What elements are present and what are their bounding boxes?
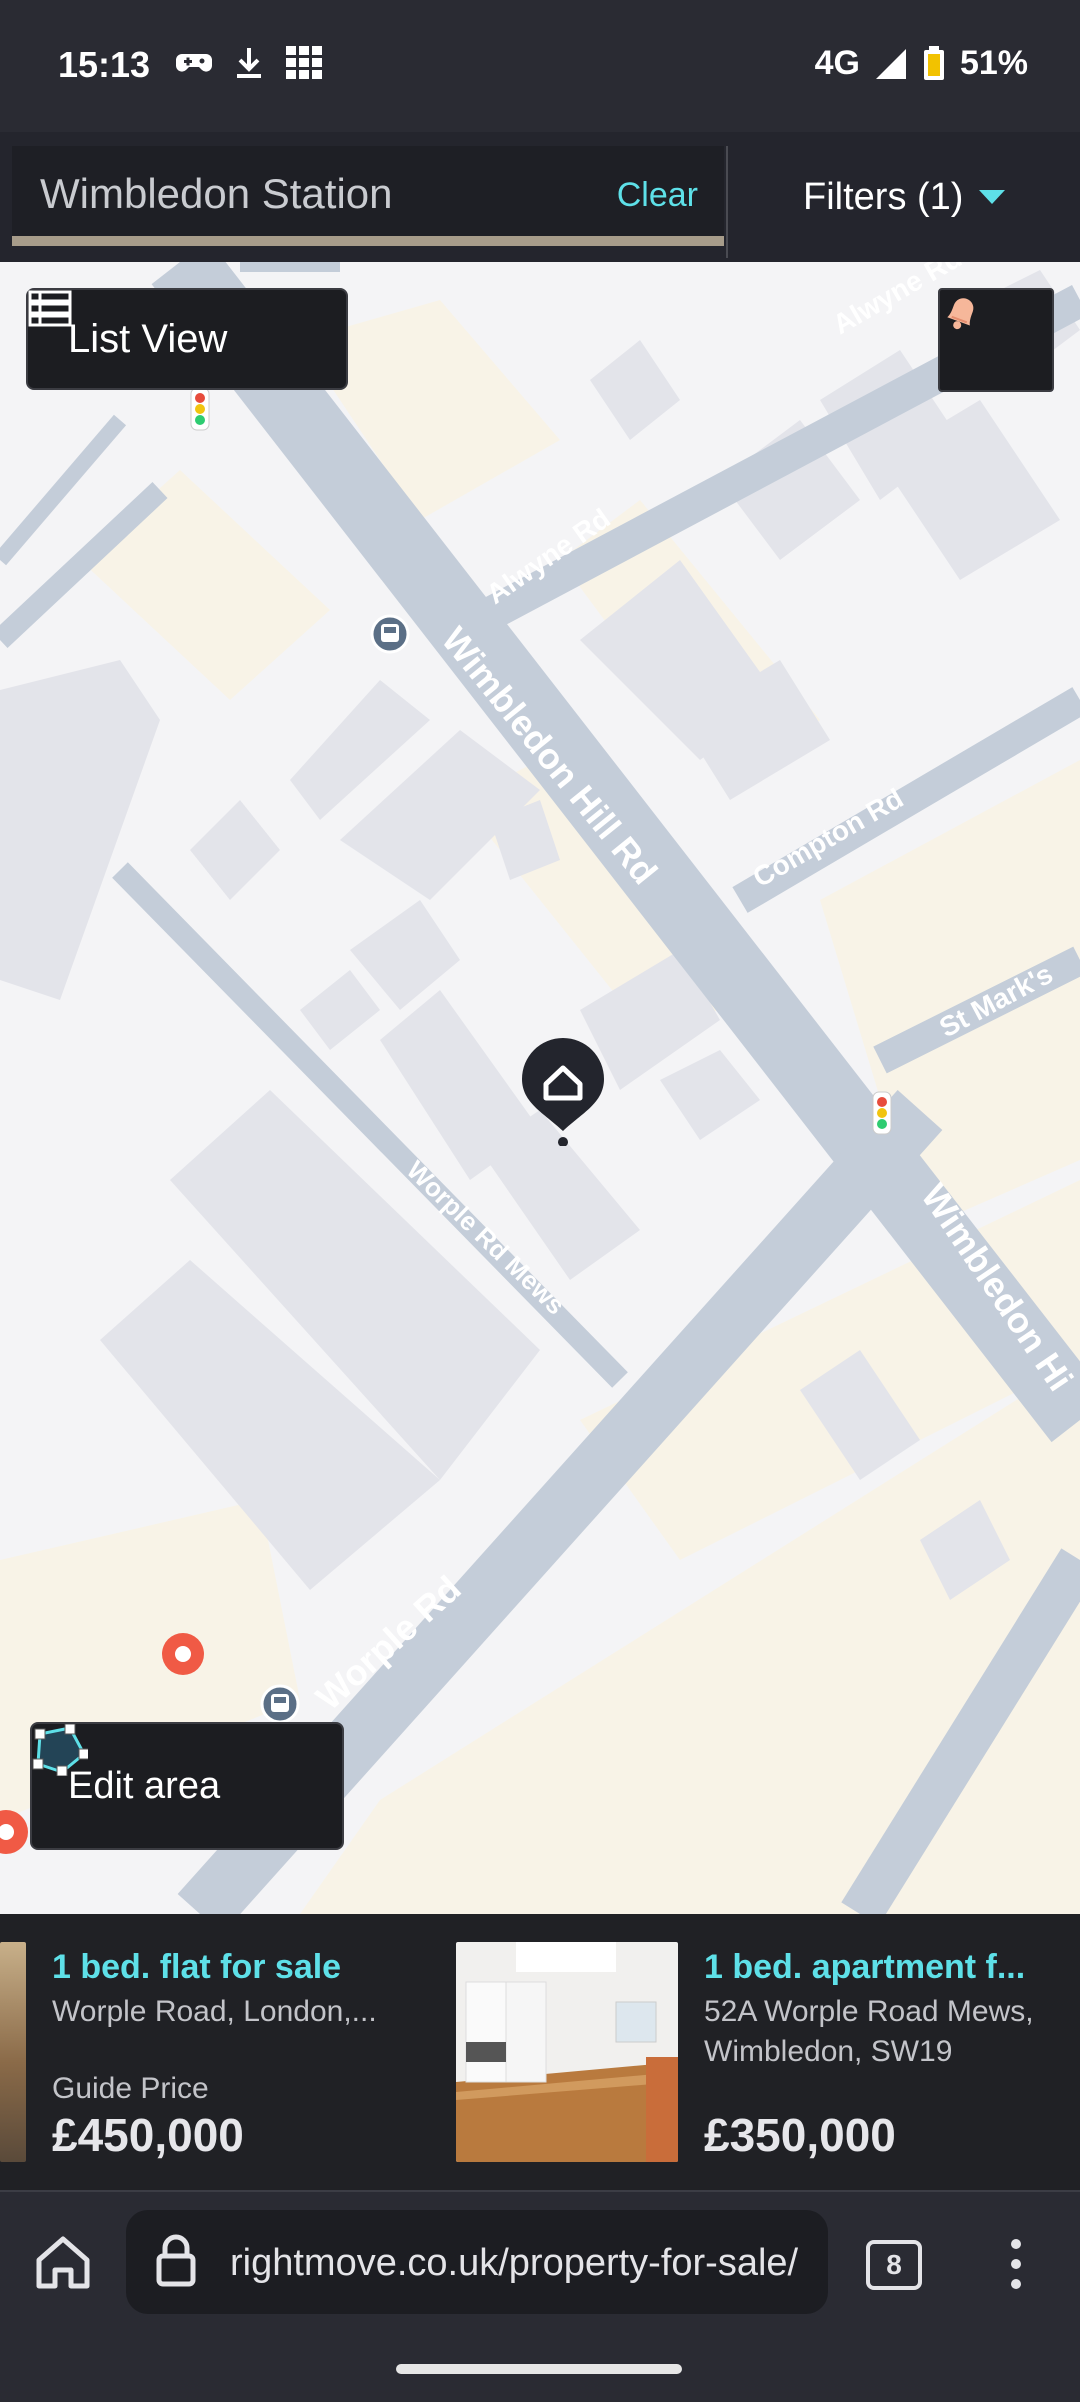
network-type: 4G	[814, 44, 860, 82]
search-header: Wimbledon Station Clear Filters (1)	[0, 132, 1080, 262]
address-bar[interactable]: rightmove.co.uk/property-for-sale/	[126, 2210, 828, 2314]
game-controller-icon	[176, 54, 212, 72]
property-marker[interactable]	[0, 1810, 28, 1854]
battery-icon	[923, 45, 944, 80]
listing-title[interactable]: 1 bed. apartment f...	[704, 1948, 1025, 1987]
listing-carousel[interactable]: 1 bed. flat for sale Worple Road, London…	[0, 1914, 1080, 2190]
clear-button[interactable]: Clear	[617, 176, 698, 215]
battery-percent: 51%	[959, 44, 1028, 82]
status-notification-icons	[176, 46, 322, 80]
kitchen-photo	[456, 1942, 678, 2162]
bus-stop-icon	[260, 1684, 300, 1724]
url-text: rightmove.co.uk/property-for-sale/	[230, 2242, 799, 2284]
listing-address-line1: 52A Worple Road Mews,	[704, 1995, 1034, 2028]
search-input[interactable]: Wimbledon Station Clear	[12, 146, 724, 246]
edit-area-label: Edit area	[68, 1764, 221, 1807]
property-marker[interactable]	[162, 1633, 204, 1675]
header-divider	[726, 146, 728, 258]
draw-polygon-icon	[32, 1724, 88, 1776]
listing-price: £350,000	[704, 2109, 896, 2161]
listing-price: £450,000	[52, 2109, 244, 2161]
grid-apps-icon	[286, 46, 322, 79]
bell-icon	[947, 298, 974, 330]
status-right: 4G 51%	[815, 44, 1028, 83]
filters-button[interactable]: Filters (1)	[803, 176, 1006, 219]
caret-down-icon	[979, 189, 1006, 204]
status-time: 15:13	[58, 44, 151, 85]
search-location-text: Wimbledon Station	[40, 170, 393, 217]
home-location-pin-icon[interactable]	[520, 1036, 606, 1146]
edit-area-button[interactable]: Edit area	[30, 1722, 344, 1850]
traffic-light-icon	[872, 1091, 892, 1135]
listing-thumbnail[interactable]	[0, 1942, 26, 2162]
home-icon[interactable]	[34, 2234, 92, 2290]
listing-thumbnail[interactable]	[456, 1942, 678, 2162]
list-view-label: List View	[68, 316, 228, 361]
listing-title[interactable]: 1 bed. flat for sale	[52, 1948, 341, 1987]
bus-stop-icon	[370, 614, 410, 654]
list-view-button[interactable]: List View	[26, 288, 348, 390]
tab-switcher-button[interactable]: 8	[866, 2240, 922, 2290]
download-icon	[237, 48, 261, 78]
status-bar: 15:13 4G 51%	[0, 0, 1080, 132]
list-icon	[28, 290, 72, 327]
gesture-home-indicator[interactable]	[396, 2364, 682, 2374]
listing-address: Worple Road, London,...	[52, 1995, 377, 2028]
traffic-light-icon	[190, 387, 210, 431]
listing-price-label: Guide Price	[52, 2072, 209, 2105]
filters-label: Filters (1)	[803, 176, 964, 218]
alert-bell-button[interactable]	[938, 288, 1054, 392]
signal-icon	[875, 48, 906, 79]
listing-address-line2: Wimbledon, SW19	[704, 2035, 953, 2068]
map-view[interactable]: Alwyne Rd Alwyne Rd Wimbledon Hill Rd Co…	[0, 262, 1080, 1914]
more-options-icon[interactable]	[1004, 2236, 1028, 2292]
lock-icon	[156, 2234, 196, 2287]
